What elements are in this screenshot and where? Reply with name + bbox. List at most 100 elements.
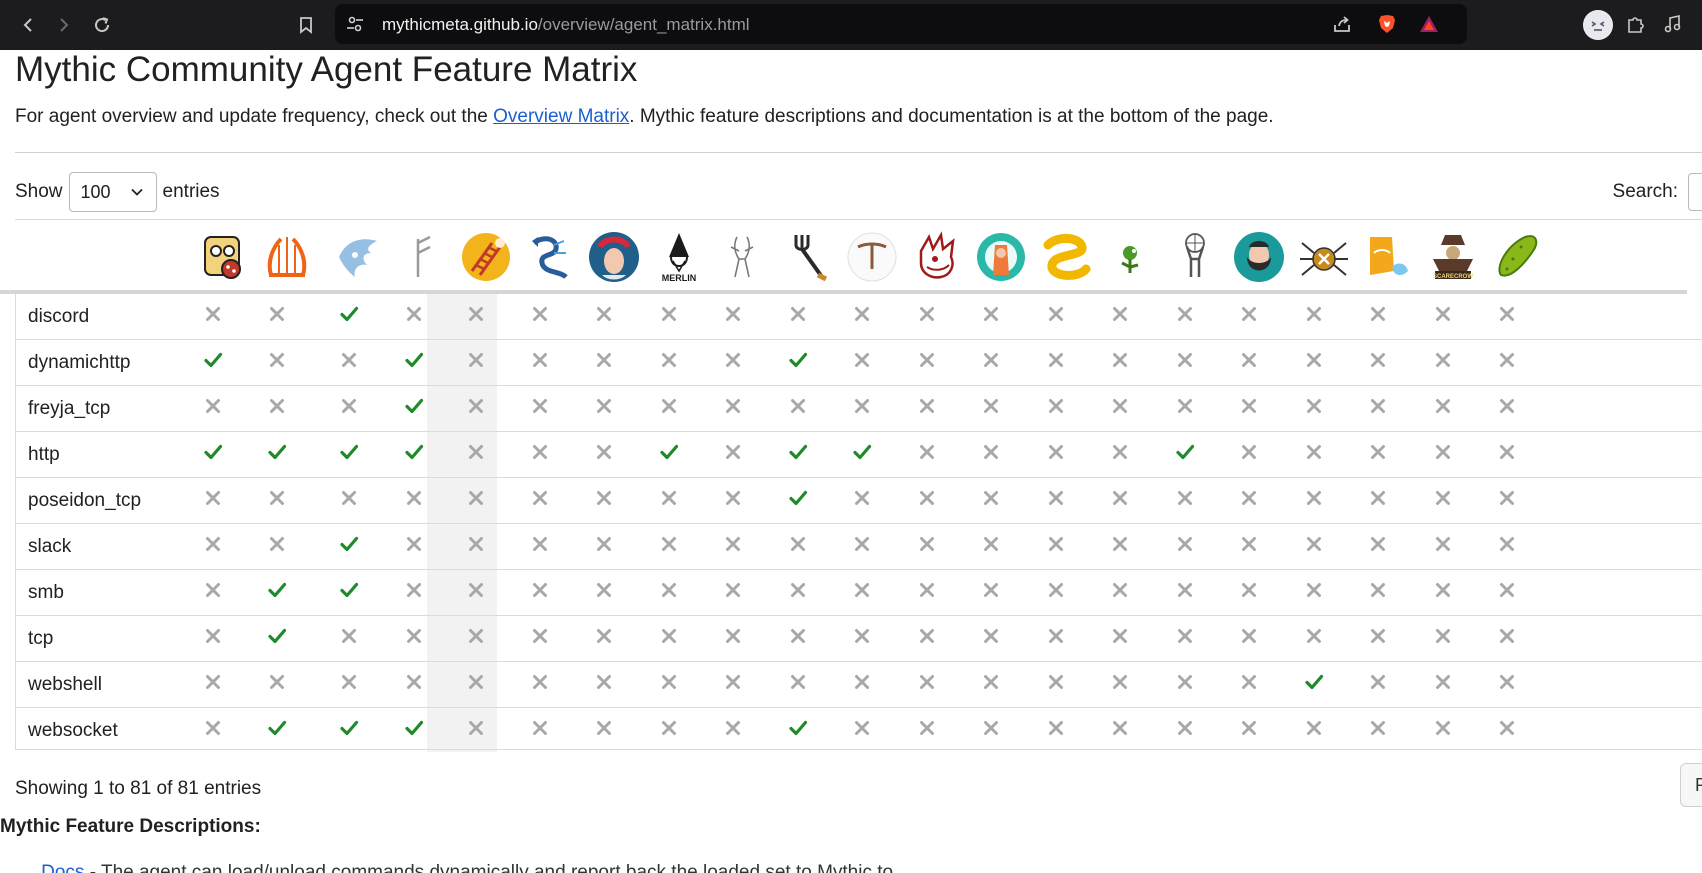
cross-icon bbox=[1431, 716, 1455, 740]
cross-icon bbox=[850, 532, 874, 556]
cross-icon bbox=[979, 302, 1003, 326]
pickle-icon[interactable] bbox=[1491, 231, 1543, 283]
cross-icon bbox=[721, 348, 745, 372]
merlin-icon[interactable]: MERLIN bbox=[653, 231, 705, 283]
check-icon bbox=[265, 578, 289, 602]
cross-icon bbox=[1495, 670, 1519, 694]
extensions-button[interactable] bbox=[1624, 12, 1648, 36]
cross-icon bbox=[1495, 532, 1519, 556]
brave-rewards-button[interactable] bbox=[1417, 12, 1441, 36]
cross-icon bbox=[721, 302, 745, 326]
cross-icon bbox=[1237, 302, 1261, 326]
overview-matrix-link[interactable]: Overview Matrix bbox=[493, 106, 629, 127]
bookmark-button[interactable] bbox=[290, 9, 322, 41]
cross-icon bbox=[979, 670, 1003, 694]
cross-icon bbox=[721, 624, 745, 648]
atlas-icon-graphic bbox=[1185, 233, 1205, 277]
cross-icon bbox=[657, 486, 681, 510]
cross-icon bbox=[657, 394, 681, 418]
cross-icon bbox=[592, 670, 616, 694]
cross-icon bbox=[528, 348, 552, 372]
candy-icon[interactable] bbox=[1362, 231, 1414, 283]
cross-icon bbox=[1431, 394, 1455, 418]
cross-icon bbox=[201, 302, 225, 326]
cross-icon bbox=[1302, 302, 1326, 326]
row-label: webshell bbox=[28, 674, 102, 695]
yellow-swirl-icon[interactable] bbox=[1040, 231, 1092, 283]
cross-icon bbox=[1044, 440, 1068, 464]
cross-icon bbox=[592, 394, 616, 418]
table-row: http bbox=[16, 432, 1702, 478]
cross-icon bbox=[1495, 394, 1519, 418]
scarecrow-icon[interactable]: SCARECROW bbox=[1427, 231, 1479, 283]
cross-icon bbox=[786, 394, 810, 418]
teal-gear-icon[interactable] bbox=[975, 231, 1027, 283]
cross-icon bbox=[1495, 486, 1519, 510]
cross-icon bbox=[528, 624, 552, 648]
share-button[interactable] bbox=[1330, 12, 1354, 36]
rune-icon[interactable] bbox=[398, 231, 450, 283]
forward-button[interactable] bbox=[48, 9, 80, 41]
robot-icon[interactable] bbox=[197, 231, 249, 283]
cross-icon bbox=[592, 624, 616, 648]
cross-icon bbox=[1302, 486, 1326, 510]
media-button[interactable] bbox=[1661, 12, 1685, 36]
url-text[interactable]: mythicmeta.github.io/overview/agent_matr… bbox=[382, 15, 750, 35]
show-label: Show bbox=[15, 181, 63, 202]
cross-icon bbox=[1495, 302, 1519, 326]
blue-wing-icon[interactable] bbox=[333, 231, 385, 283]
table-info: Showing 1 to 81 of 81 entries bbox=[15, 778, 262, 799]
cross-icon bbox=[528, 532, 552, 556]
brave-lion-icon bbox=[1379, 15, 1395, 33]
check-icon bbox=[402, 348, 426, 372]
cross-icon bbox=[1108, 670, 1132, 694]
cross-icon bbox=[1366, 348, 1390, 372]
pagination-button[interactable]: P bbox=[1680, 763, 1702, 807]
check-icon bbox=[201, 440, 225, 464]
back-button[interactable] bbox=[12, 9, 44, 41]
cross-icon bbox=[402, 670, 426, 694]
cross-icon bbox=[657, 348, 681, 372]
cross-icon bbox=[265, 670, 289, 694]
cross-icon bbox=[528, 670, 552, 694]
cross-icon bbox=[201, 486, 225, 510]
sea-dragon-icon[interactable] bbox=[524, 231, 576, 283]
spider-icon[interactable] bbox=[1298, 231, 1350, 283]
cross-icon bbox=[1237, 624, 1261, 648]
search-input[interactable] bbox=[1688, 173, 1702, 211]
reload-button[interactable] bbox=[86, 9, 118, 41]
cross-icon bbox=[1431, 670, 1455, 694]
lyre-icon[interactable] bbox=[261, 231, 313, 283]
cross-icon bbox=[657, 624, 681, 648]
page-title: Mythic Community Agent Feature Matrix bbox=[15, 50, 638, 89]
cross-icon bbox=[1044, 486, 1068, 510]
check-icon bbox=[265, 624, 289, 648]
cross-icon bbox=[464, 716, 488, 740]
sketch-figure-icon[interactable] bbox=[717, 231, 769, 283]
cross-icon bbox=[1173, 578, 1197, 602]
medusa-icon[interactable] bbox=[588, 231, 640, 283]
brave-shields-button[interactable] bbox=[1375, 12, 1399, 36]
yellow-swirl-icon-graphic bbox=[1043, 234, 1091, 280]
forward-arrow-icon bbox=[60, 18, 69, 32]
feature-docs-link[interactable]: Docs bbox=[41, 862, 84, 873]
atlas-icon[interactable] bbox=[1169, 231, 1221, 283]
cross-icon bbox=[786, 578, 810, 602]
t-shape-icon[interactable] bbox=[846, 231, 898, 283]
address-bar[interactable]: mythicmeta.github.io/overview/agent_matr… bbox=[335, 4, 1467, 44]
cross-icon bbox=[657, 578, 681, 602]
cross-icon bbox=[721, 532, 745, 556]
profile-avatar[interactable] bbox=[1583, 10, 1613, 40]
back-arrow-icon bbox=[23, 18, 32, 32]
cross-icon bbox=[1431, 348, 1455, 372]
bearded-face-icon[interactable] bbox=[1233, 231, 1285, 283]
site-settings-icon[interactable] bbox=[345, 14, 365, 34]
plant-icon[interactable] bbox=[1104, 231, 1156, 283]
red-dragon-icon[interactable] bbox=[911, 231, 963, 283]
cross-icon bbox=[464, 670, 488, 694]
trident-icon[interactable] bbox=[782, 231, 834, 283]
cross-icon bbox=[1108, 486, 1132, 510]
entries-select[interactable]: 100 bbox=[68, 172, 157, 212]
ladder-icon[interactable] bbox=[460, 231, 512, 283]
cross-icon bbox=[528, 440, 552, 464]
